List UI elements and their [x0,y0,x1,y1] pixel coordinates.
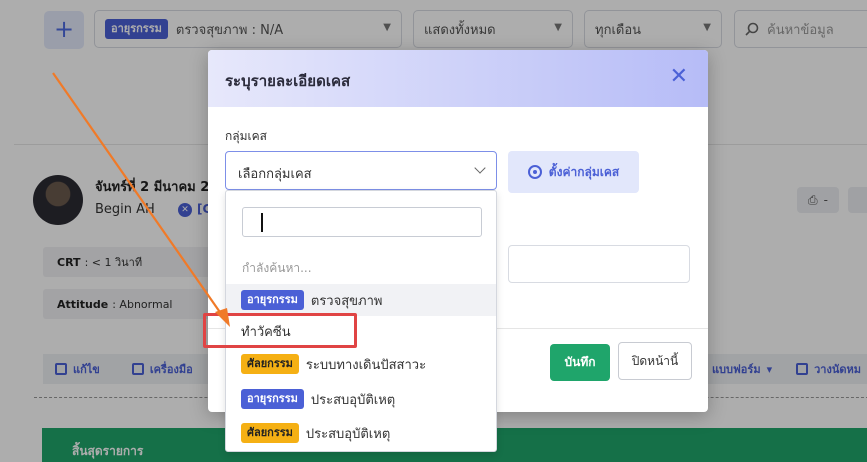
case-group-select[interactable]: เลือกกลุ่มเคส [225,151,497,190]
dropdown-option[interactable]: อายุรกรรม ตรวจสุขภาพ [226,284,496,316]
save-button[interactable]: บันทึก [550,344,610,381]
case-group-settings-button[interactable]: ตั้งค่ากลุ่มเคส [508,151,639,193]
case-group-label: กลุ่มเคส [225,129,267,143]
dropdown-option[interactable]: ศัลยกรรม ประสบอุบัติเหตุ [226,417,496,449]
modal-title: ระบุรายละเอียดเคส [225,72,351,90]
option-tag: ศัลยกรรม [241,354,299,374]
gear-icon [527,165,542,179]
option-tag: ศัลยกรรม [241,423,299,443]
option-label: ประสบอุบัติเหตุ [310,392,396,408]
searching-text: กำลังค้นหา... [242,261,312,275]
settings-label: ตั้งค่ากลุ่มเคส [548,164,620,179]
close-page-button[interactable]: ปิดหน้านี้ [618,342,692,380]
text-caret [261,213,263,232]
option-tag: อายุรกรรม [241,290,304,310]
modal-header: ระบุรายละเอียดเคส ✕ [208,50,708,107]
detail-input[interactable] [508,245,690,283]
dropdown-option[interactable]: อายุรกรรม ประสบอุบัติเหตุ [226,383,496,415]
close-icon[interactable]: ✕ [670,64,688,90]
option-label: ระบบทางเดินปัสสาวะ [305,357,427,373]
option-label: ประสบอุบัติเหตุ [305,426,391,442]
chevron-down-icon [474,162,486,174]
dropdown-search-input[interactable] [242,207,482,237]
highlight-box [203,313,357,348]
option-label: ตรวจสุขภาพ [310,293,383,309]
option-tag: อายุรกรรม [241,389,304,409]
dropdown-option[interactable]: ศัลยกรรม ระบบทางเดินปัสสาวะ [226,348,496,380]
case-group-placeholder: เลือกกลุ่มเคส [238,167,312,182]
